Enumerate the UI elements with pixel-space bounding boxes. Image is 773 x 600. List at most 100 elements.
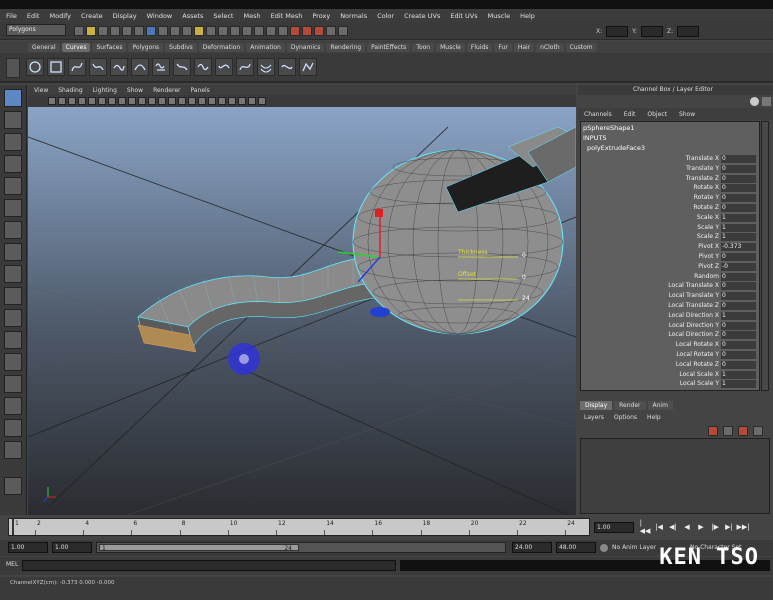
snap-view-plane-icon[interactable] xyxy=(254,26,264,36)
layout-icon[interactable] xyxy=(750,97,759,106)
ep-curve-icon[interactable] xyxy=(89,58,107,76)
hypershade-layout-icon[interactable] xyxy=(4,397,22,415)
channel-attr-value[interactable]: 1 xyxy=(721,213,756,222)
channel-attr-value[interactable]: 0 xyxy=(721,360,756,369)
move-layer-down-icon[interactable] xyxy=(753,426,763,436)
four-view-layout-icon[interactable] xyxy=(4,331,22,349)
mask-vertex-icon[interactable] xyxy=(146,26,156,36)
input-field-icon[interactable] xyxy=(338,26,348,36)
show-manipulator-icon[interactable] xyxy=(4,265,22,283)
range-slider[interactable]: 1 24 xyxy=(96,542,506,553)
play-backwards-icon[interactable]: ◀ xyxy=(682,522,692,532)
viewport-menu-panels[interactable]: Panels xyxy=(190,87,209,94)
open-scene-icon[interactable] xyxy=(86,26,96,36)
mel-label[interactable]: MEL xyxy=(6,561,18,568)
toggle-panel-icon[interactable] xyxy=(762,97,771,106)
menu-proxy[interactable]: Proxy xyxy=(312,12,330,20)
channel-box-scrollbar[interactable] xyxy=(761,121,769,391)
menu-edit-mesh[interactable]: Edit Mesh xyxy=(271,12,303,20)
channel-attr-value[interactable]: 0 xyxy=(721,341,756,350)
mel-command-input[interactable] xyxy=(22,560,396,571)
go-to-start-icon[interactable]: |◀◀ xyxy=(640,519,651,535)
paint-select-tool-icon[interactable] xyxy=(4,133,22,151)
layer-tab-render[interactable]: Render xyxy=(614,401,646,410)
pencil-curve-icon[interactable] xyxy=(110,58,128,76)
shelf-tab-deformation[interactable]: Deformation xyxy=(198,42,245,52)
channel-box-menu-edit[interactable]: Edit xyxy=(624,111,636,118)
layer-menu-options[interactable]: Options xyxy=(614,414,637,421)
menu-window[interactable]: Window xyxy=(147,12,173,20)
channel-attr-value[interactable]: 0 xyxy=(721,351,756,359)
shelf-tab-ncloth[interactable]: nCloth xyxy=(536,42,564,52)
single-perspective-layout-icon[interactable] xyxy=(4,309,22,327)
channel-attr-value[interactable]: 0 xyxy=(721,302,756,310)
channel-attr-value[interactable]: 0 xyxy=(721,164,756,173)
camera-attributes-icon[interactable] xyxy=(58,97,66,105)
animation-start-field[interactable]: 1.00 xyxy=(8,542,48,553)
make-live-icon[interactable] xyxy=(266,26,276,36)
channel-box-menu-object[interactable]: Object xyxy=(647,111,667,118)
channel-attr-value[interactable]: 1 xyxy=(721,233,756,242)
shelf-tab-fluids[interactable]: Fluids xyxy=(466,42,493,52)
insert-knot-icon[interactable] xyxy=(215,58,233,76)
menu-set-select[interactable]: Polygons xyxy=(6,24,66,36)
grid-toggle-icon[interactable] xyxy=(98,97,106,105)
new-empty-layer-icon[interactable] xyxy=(723,426,733,436)
shelf-menu-handle[interactable] xyxy=(6,58,20,78)
channel-attr-value[interactable]: 0 xyxy=(721,282,756,291)
input-node-name[interactable]: polyExtrudeFace3 xyxy=(587,144,645,152)
select-camera-icon[interactable] xyxy=(48,97,56,105)
attach-curves-icon[interactable] xyxy=(173,58,191,76)
menu-color[interactable]: Color xyxy=(377,12,394,20)
expand-toolbox-icon[interactable] xyxy=(4,441,22,459)
viewport-menu-view[interactable]: View xyxy=(34,87,48,94)
wireframe-icon[interactable] xyxy=(168,97,176,105)
smooth-shade-icon[interactable] xyxy=(178,97,186,105)
last-tool-icon[interactable] xyxy=(4,287,22,305)
menu-muscle[interactable]: Muscle xyxy=(488,12,511,20)
viewport-menu-show[interactable]: Show xyxy=(127,87,143,94)
menu-display[interactable]: Display xyxy=(113,12,137,20)
script-editor-icon[interactable] xyxy=(4,477,22,495)
shape-node-name[interactable]: pSphereShape1 xyxy=(583,124,635,132)
snap-point-icon[interactable] xyxy=(242,26,252,36)
layer-menu-help[interactable]: Help xyxy=(647,414,661,421)
move-layer-up-icon[interactable] xyxy=(738,426,748,436)
channel-attr-value[interactable]: 1 xyxy=(721,380,756,389)
channel-attr-value[interactable]: 1 xyxy=(721,370,756,379)
layer-tab-anim[interactable]: Anim xyxy=(647,401,673,410)
persp-outliner-layout-icon[interactable] xyxy=(4,353,22,371)
film-gate-icon[interactable] xyxy=(108,97,116,105)
channel-attr-value[interactable]: -0 xyxy=(721,262,756,271)
gate-mask-icon[interactable] xyxy=(128,97,136,105)
channel-attr-value[interactable]: 1 xyxy=(721,223,756,232)
extend-curve-icon[interactable] xyxy=(236,58,254,76)
layer-menu-layers[interactable]: Layers xyxy=(584,414,604,421)
lock-selection-icon[interactable] xyxy=(194,26,204,36)
go-to-end-icon[interactable]: ▶▶| xyxy=(736,522,749,532)
shelf-tab-toon[interactable]: Toon xyxy=(412,42,435,52)
channel-attr-value[interactable]: 0 xyxy=(721,155,756,163)
viewport-menu-lighting[interactable]: Lighting xyxy=(93,87,117,94)
mask-face-icon[interactable] xyxy=(170,26,180,36)
channel-attr-value[interactable]: 0 xyxy=(721,204,756,212)
menu-edit[interactable]: Edit xyxy=(27,12,40,20)
layer-list[interactable] xyxy=(580,438,770,514)
screen-space-ao-icon[interactable] xyxy=(258,97,266,105)
save-scene-icon[interactable] xyxy=(98,26,108,36)
shelf-tab-fur[interactable]: Fur xyxy=(494,42,512,52)
isolate-select-icon[interactable] xyxy=(238,97,246,105)
play-forwards-icon[interactable]: ▶ xyxy=(696,522,706,532)
detach-curves-icon[interactable] xyxy=(194,58,212,76)
range-slider-handle[interactable]: 1 24 xyxy=(99,544,299,552)
menu-select[interactable]: Select xyxy=(213,12,233,20)
bookmark-icon[interactable] xyxy=(68,97,76,105)
shelf-tab-dynamics[interactable]: Dynamics xyxy=(286,42,325,52)
two-d-pan-icon[interactable] xyxy=(88,97,96,105)
shadows-icon[interactable] xyxy=(218,97,226,105)
hardware-texturing-icon[interactable] xyxy=(248,97,256,105)
shelf-tab-surfaces[interactable]: Surfaces xyxy=(92,42,127,52)
step-back-frame-icon[interactable]: |◀ xyxy=(654,522,664,532)
menu-file[interactable]: File xyxy=(6,12,17,20)
x-field[interactable] xyxy=(606,26,629,37)
